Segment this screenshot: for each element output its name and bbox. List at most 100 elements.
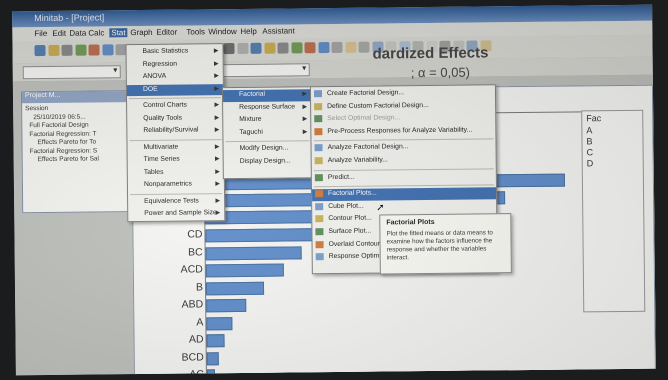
toolbar-button-icon[interactable]	[263, 42, 276, 54]
menu-item-label: Quality Tools	[143, 114, 183, 122]
toolbar-button-icon[interactable]	[277, 42, 289, 54]
toolbar-button-icon[interactable]	[74, 44, 87, 56]
menu-item-control-charts[interactable]: Control Charts ▶	[127, 100, 223, 113]
submenu-arrow-icon: ▶	[302, 128, 308, 135]
menu-item-response-surface[interactable]: Response Surface ▶	[223, 102, 311, 114]
worksheet-combo[interactable]: ▼	[22, 65, 121, 80]
toolbar-button-icon[interactable]	[88, 44, 100, 56]
toolbar-button-icon[interactable]	[236, 42, 249, 55]
menu-file[interactable]: File	[34, 29, 47, 38]
submenu-arrow-icon: ▶	[302, 91, 308, 98]
menu-item-time-series[interactable]: Time Series ▶	[128, 154, 224, 167]
menu-item-create-factorial-design[interactable]: Create Factorial Design...	[311, 87, 495, 101]
pareto-bar	[206, 316, 233, 330]
menu-item-pre-process-responses-for-analyze-variability[interactable]: Pre-Process Responses for Analyze Variab…	[311, 125, 495, 139]
menu-item-anova[interactable]: ANOVA ▶	[127, 71, 223, 84]
menu-item-label: Modify Design...	[239, 144, 289, 152]
window-title: Minitab - [Project]	[34, 12, 105, 24]
toolbar-button-icon[interactable]	[331, 41, 343, 54]
toolbar-button-icon[interactable]	[344, 41, 357, 53]
menu-item-quality-tools[interactable]: Quality Tools ▶	[127, 113, 223, 126]
menu-item-tables[interactable]: Tables ▶	[128, 167, 224, 180]
menu-item-equivalence-tests[interactable]: Equivalence Tests ▶	[128, 196, 224, 209]
menu-item-label: Predict...	[327, 173, 355, 181]
menu-item-icon	[314, 115, 323, 123]
menu-data[interactable]: Data	[69, 29, 86, 38]
toolbar-button-icon[interactable]	[317, 42, 330, 54]
menu-item-factorial[interactable]: Factorial ▶	[222, 89, 312, 102]
submenu-arrow-icon: ▶	[214, 85, 219, 92]
menu-item-define-custom-factorial-design[interactable]: Define Custom Factorial Design...	[311, 100, 495, 114]
toolbar-button-icon[interactable]	[223, 43, 235, 55]
toolbar-button-icon[interactable]	[101, 44, 114, 56]
menu-stat[interactable]: Stat	[109, 28, 128, 38]
menu-item-label: Mixture	[239, 115, 262, 123]
pareto-bar	[205, 245, 302, 260]
menu-editor[interactable]: Editor	[156, 28, 177, 37]
menu-item-label: Overlaid Contour...	[328, 240, 386, 248]
menu-item-label: Power and Sample Size	[144, 209, 217, 217]
menu-item-label: Factorial Plots...	[328, 189, 377, 198]
menu-item-icon	[315, 253, 324, 261]
bar-category-label: AD	[188, 333, 204, 346]
menu-item-modify-design[interactable]: Modify Design...	[224, 143, 312, 155]
menu-item-icon	[313, 90, 323, 98]
menu-graph[interactable]: Graph	[130, 28, 152, 37]
menu-item-label: Create Factorial Design...	[326, 89, 405, 98]
menu-item-power-and-sample-size[interactable]: Power and Sample Size ▶	[128, 208, 224, 221]
submenu-arrow-icon: ▶	[215, 168, 220, 175]
menu-window[interactable]: Window	[208, 27, 237, 36]
menu-item-label: Multivariate	[143, 143, 179, 151]
menu-item-doe[interactable]: DOE ▶	[126, 83, 224, 97]
pareto-bar	[206, 298, 247, 313]
menu-item-label: Factorial	[238, 90, 266, 98]
menu-item-analyze-factorial-design[interactable]: Analyze Factorial Design...	[312, 142, 496, 156]
menu-calc[interactable]: Calc	[88, 28, 104, 37]
menu-item-label: Nonparametrics	[143, 180, 192, 188]
toolbar-button-icon[interactable]	[34, 45, 46, 57]
menu-item-icon	[314, 127, 323, 135]
menu-item-nonparametrics[interactable]: Nonparametrics ▶	[128, 179, 224, 192]
stat-menu: Basic Statistics ▶ Regression ▶ ANOVA ▶ DOE ▶ Co…	[125, 43, 226, 223]
submenu-arrow-icon: ▶	[215, 156, 220, 163]
graph-subtitle: ; α = 0,05)	[410, 64, 471, 81]
menu-help[interactable]: Help	[240, 27, 257, 36]
project-tree-item[interactable]: Effects Pareto for Sal	[26, 155, 140, 165]
menu-item-icon	[315, 240, 324, 248]
toolbar-button-icon[interactable]	[47, 44, 60, 56]
menu-item-icon	[314, 102, 323, 110]
menu-item-basic-statistics[interactable]: Basic Statistics ▶	[126, 46, 222, 59]
menu-item-label: Response Surface	[239, 102, 296, 111]
bar-category-label: BCD	[181, 350, 204, 364]
menu-item-cube-plot[interactable]: Cube Plot...	[312, 200, 496, 214]
graph-title: dardized Effects	[372, 44, 489, 63]
menu-assistant[interactable]: Assistant	[262, 26, 295, 35]
toolbar-button-icon[interactable]	[61, 44, 73, 56]
menu-item-reliability-survival[interactable]: Reliability/Survival ▶	[127, 125, 223, 138]
bar-category-label: BC	[187, 245, 203, 259]
menu-item-icon	[315, 228, 324, 236]
menu-item-factorial-plots[interactable]: Factorial Plots...	[311, 187, 497, 202]
menu-item-icon	[314, 157, 323, 165]
menu-item-analyze-variability[interactable]: Analyze Variability...	[312, 154, 496, 168]
submenu-arrow-icon: ▶	[214, 143, 220, 150]
menu-item-display-design[interactable]: Display Design...	[224, 156, 312, 168]
menu-item-mixture[interactable]: Mixture ▶	[223, 114, 311, 126]
toolbar-button-icon[interactable]	[304, 42, 316, 54]
pareto-bar	[206, 369, 216, 376]
menu-item-multivariate[interactable]: Multivariate ▶	[127, 142, 223, 155]
menu-item-label: Regression	[142, 60, 178, 68]
menu-tools[interactable]: Tools	[186, 27, 205, 36]
menu-item-taguchi[interactable]: Taguchi ▶	[223, 127, 311, 139]
submenu-arrow-icon: ▶	[302, 116, 308, 123]
menu-item-label: Analyze Variability...	[327, 156, 388, 165]
toolbar-button-icon[interactable]	[250, 42, 262, 54]
menu-edit[interactable]: Edit	[52, 29, 66, 38]
menu-item-regression[interactable]: Regression ▶	[127, 59, 223, 72]
menu-item-predict[interactable]: Predict...	[312, 171, 496, 185]
factorial-plots-tooltip: Factorial Plots Plot the fitted means or…	[379, 213, 512, 275]
toolbar-button-icon[interactable]	[290, 42, 303, 54]
toolbar-button-icon[interactable]	[358, 41, 370, 53]
menu-item-select-optimal-design[interactable]: Select Optimal Design...	[311, 112, 495, 126]
submenu-arrow-icon: ▶	[214, 127, 220, 134]
